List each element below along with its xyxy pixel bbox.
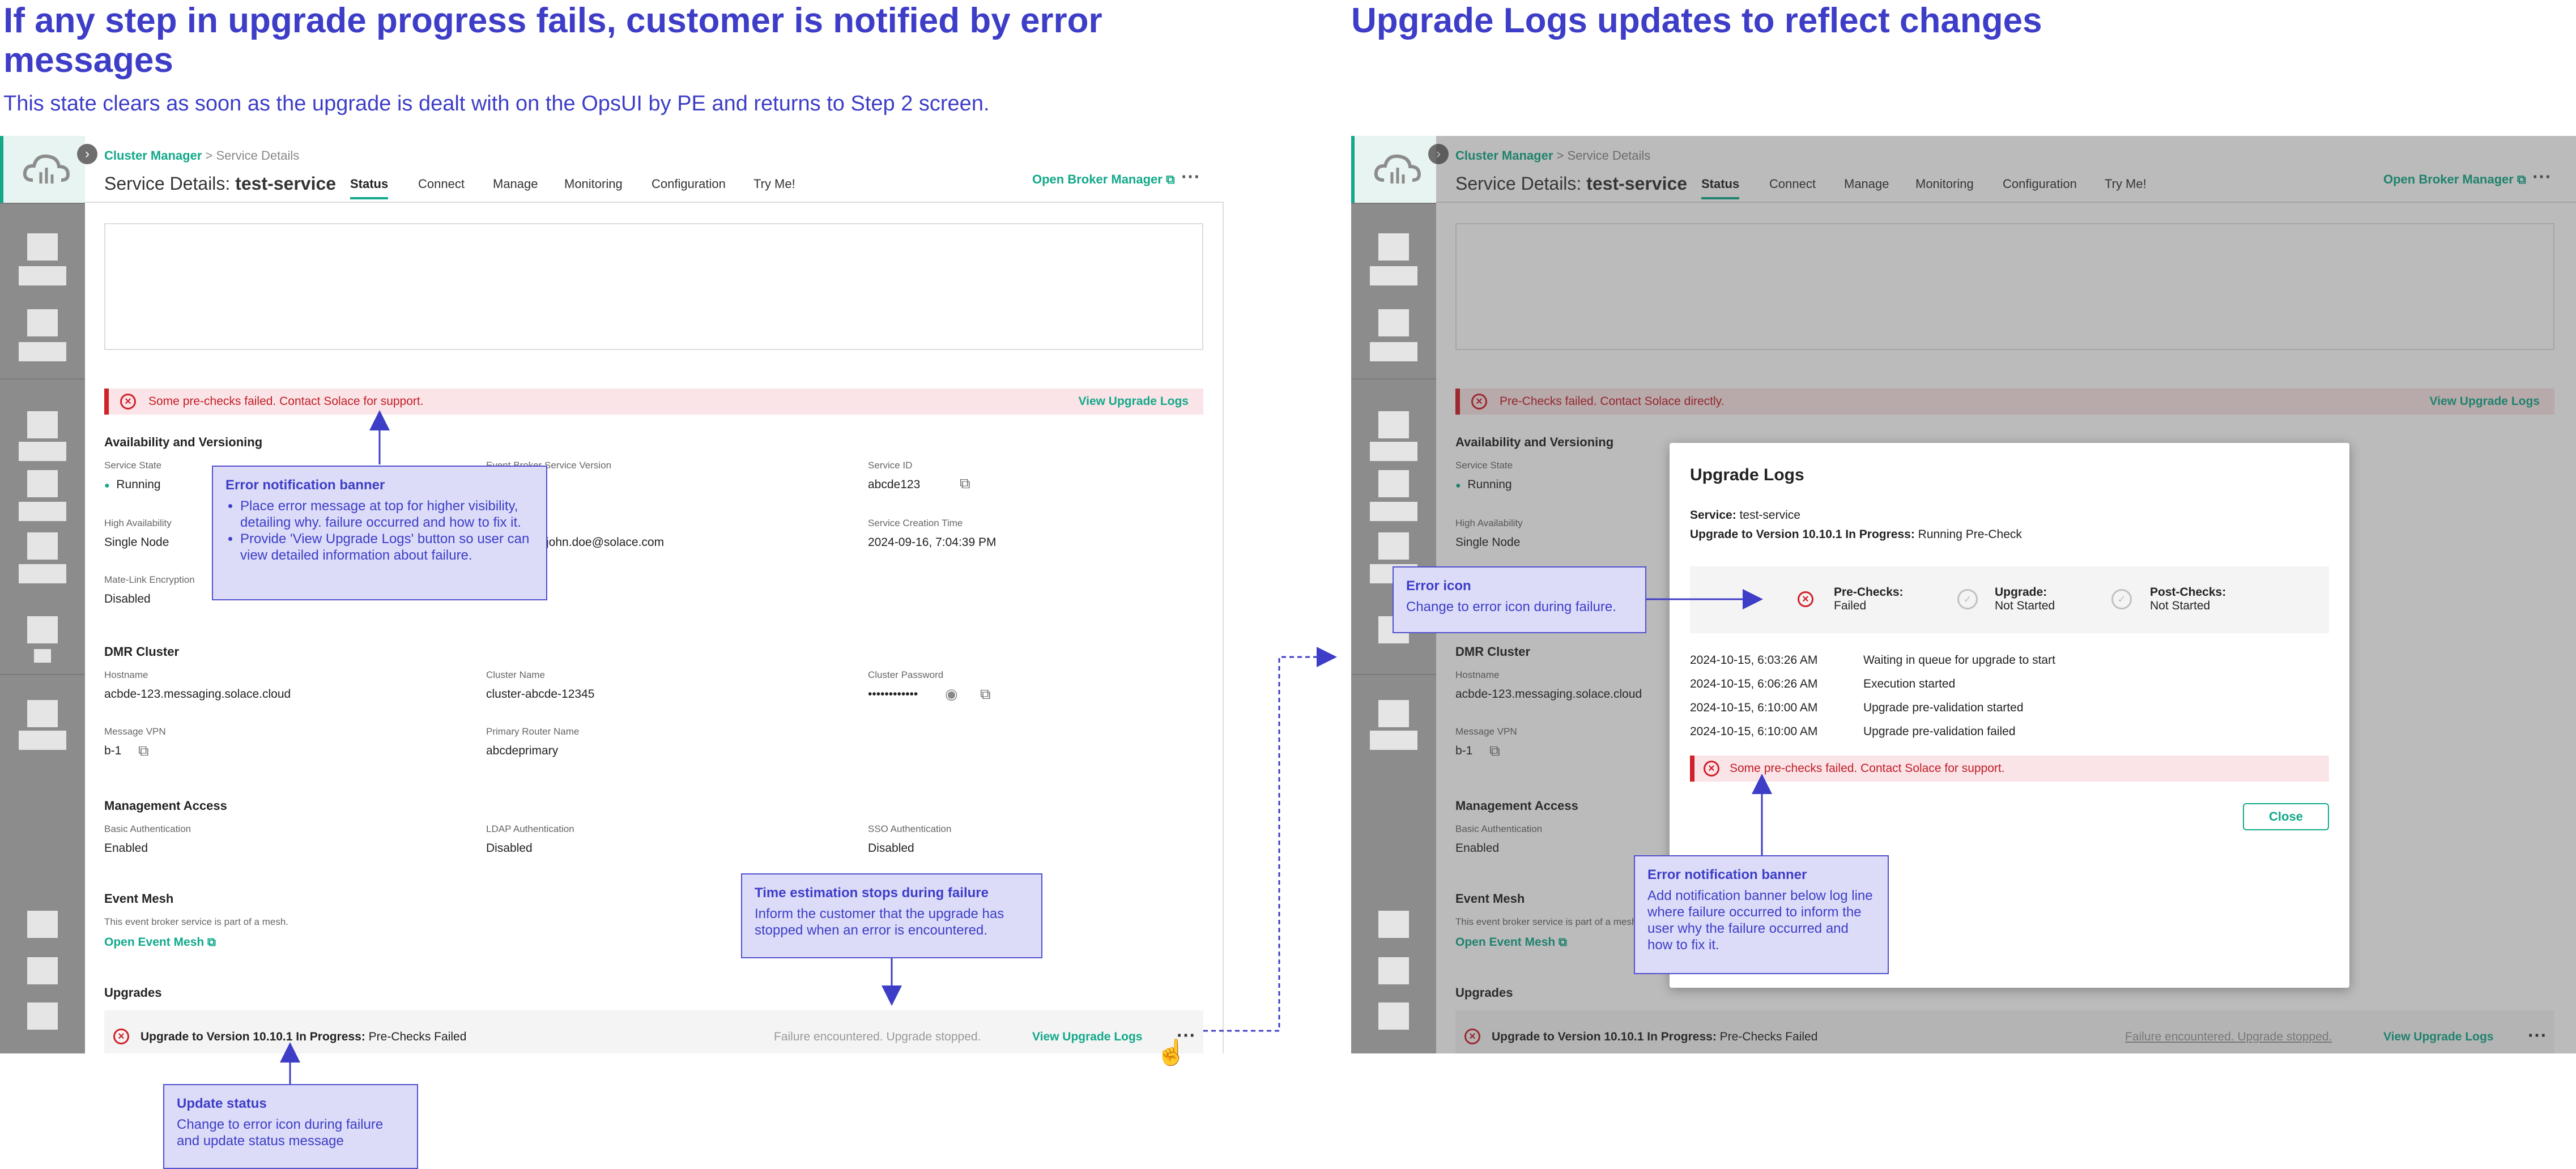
callout-error-icon: Error icon Change to error icon during f… — [1393, 566, 1646, 633]
callout-error-banner: Error notification banner Place error me… — [212, 466, 547, 600]
callout-update-status: Update status Change to error icon durin… — [163, 1084, 418, 1169]
callout-time-estimation: Time estimation stops during failure Inf… — [741, 873, 1042, 958]
flow-connector-arrow — [1203, 647, 1337, 1032]
callout-modal-error-banner: Error notification banner Add notificati… — [1634, 855, 1889, 974]
